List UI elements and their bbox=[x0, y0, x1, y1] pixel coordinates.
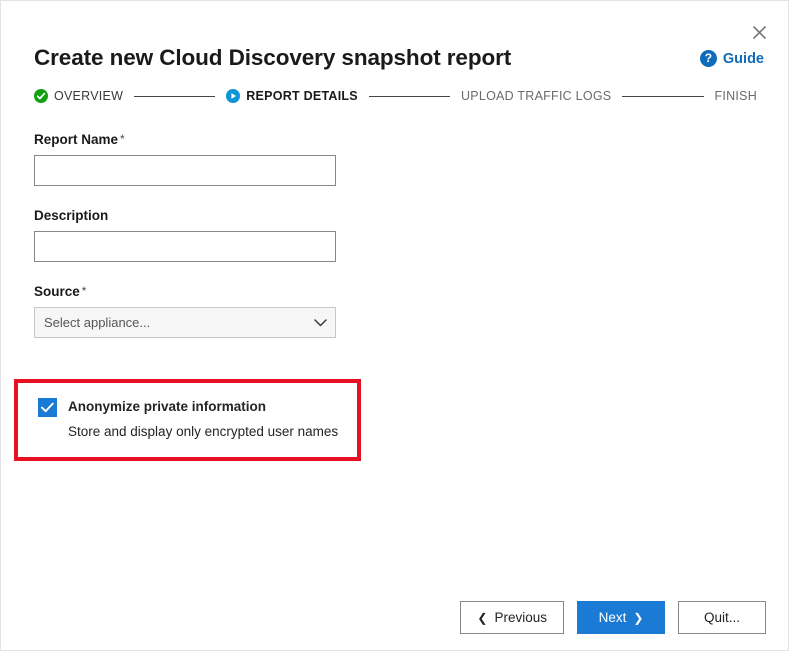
report-name-label: Report Name * bbox=[34, 132, 336, 147]
create-snapshot-report-dialog: Create new Cloud Discovery snapshot repo… bbox=[0, 0, 789, 651]
description-label-text: Description bbox=[34, 208, 109, 223]
guide-label: Guide bbox=[722, 50, 764, 67]
previous-button-label: Previous bbox=[494, 610, 547, 625]
anonymize-sublabel: Store and display only encrypted user na… bbox=[68, 424, 339, 439]
report-details-form: Report Name * Description Source * Select … bbox=[34, 132, 336, 360]
source-select[interactable]: Select appliance... bbox=[34, 307, 336, 338]
chevron-right-icon: ❯ bbox=[633, 610, 644, 625]
stepper-step-upload-traffic-logs[interactable]: UPLOAD TRAFFIC LOGS bbox=[461, 89, 611, 103]
stepper-label-overview: OVERVIEW bbox=[54, 89, 124, 103]
wizard-footer: ❮ Previous Next ❯ Quit... bbox=[460, 601, 766, 634]
quit-button[interactable]: Quit... bbox=[678, 601, 766, 634]
page-title: Create new Cloud Discovery snapshot repo… bbox=[34, 45, 512, 70]
anonymize-checkbox[interactable] bbox=[38, 398, 57, 417]
play-circle-icon bbox=[226, 89, 241, 103]
previous-button[interactable]: ❮ Previous bbox=[460, 601, 564, 634]
wizard-stepper: OVERVIEW REPORT DETAILS UPLOAD TRAFFIC L… bbox=[34, 89, 757, 103]
report-name-required-mark: * bbox=[120, 132, 125, 146]
report-name-label-text: Report Name bbox=[34, 132, 119, 147]
source-label-text: Source bbox=[34, 284, 80, 299]
chevron-left-icon: ❮ bbox=[477, 610, 488, 625]
source-label: Source * bbox=[34, 284, 336, 299]
stepper-step-report-details[interactable]: REPORT DETAILS bbox=[226, 89, 358, 103]
source-required-mark: * bbox=[81, 284, 87, 298]
stepper-label-report-details: REPORT DETAILS bbox=[246, 89, 358, 103]
anonymize-checkbox-row[interactable]: Anonymize private information Store and … bbox=[38, 397, 338, 441]
description-label: Description bbox=[34, 208, 336, 223]
stepper-step-overview[interactable]: OVERVIEW bbox=[34, 89, 123, 103]
stepper-label-upload-traffic-logs: UPLOAD TRAFFIC LOGS bbox=[461, 89, 612, 103]
stepper-step-finish[interactable]: FINISH bbox=[715, 89, 757, 103]
check-circle-icon bbox=[34, 89, 48, 103]
guide-link[interactable]: ? Guide bbox=[699, 50, 764, 67]
source-select-wrapper: Select appliance... bbox=[34, 307, 336, 338]
checkmark-icon bbox=[41, 402, 54, 413]
field-description: Description bbox=[34, 208, 336, 262]
field-report-name: Report Name * bbox=[34, 132, 336, 186]
quit-button-label: Quit... bbox=[703, 610, 740, 625]
stepper-label-finish: FINISH bbox=[714, 89, 758, 103]
stepper-connector-3 bbox=[622, 95, 704, 97]
anonymize-label: Anonymize private information bbox=[68, 399, 267, 414]
next-button[interactable]: Next ❯ bbox=[577, 601, 665, 634]
anonymize-texts: Anonymize private information Store and … bbox=[68, 397, 338, 441]
stepper-connector-2 bbox=[368, 95, 451, 97]
field-source: Source * Select appliance... bbox=[34, 284, 336, 338]
report-name-input[interactable] bbox=[34, 155, 336, 186]
description-input[interactable] bbox=[34, 231, 336, 262]
anonymize-highlight-box: Anonymize private information Store and … bbox=[14, 379, 361, 461]
question-circle-icon: ? bbox=[699, 50, 717, 67]
next-button-label: Next bbox=[598, 610, 627, 625]
stepper-connector-1 bbox=[134, 95, 216, 97]
source-selected-value: Select appliance... bbox=[44, 315, 151, 330]
close-icon[interactable] bbox=[744, 17, 774, 47]
